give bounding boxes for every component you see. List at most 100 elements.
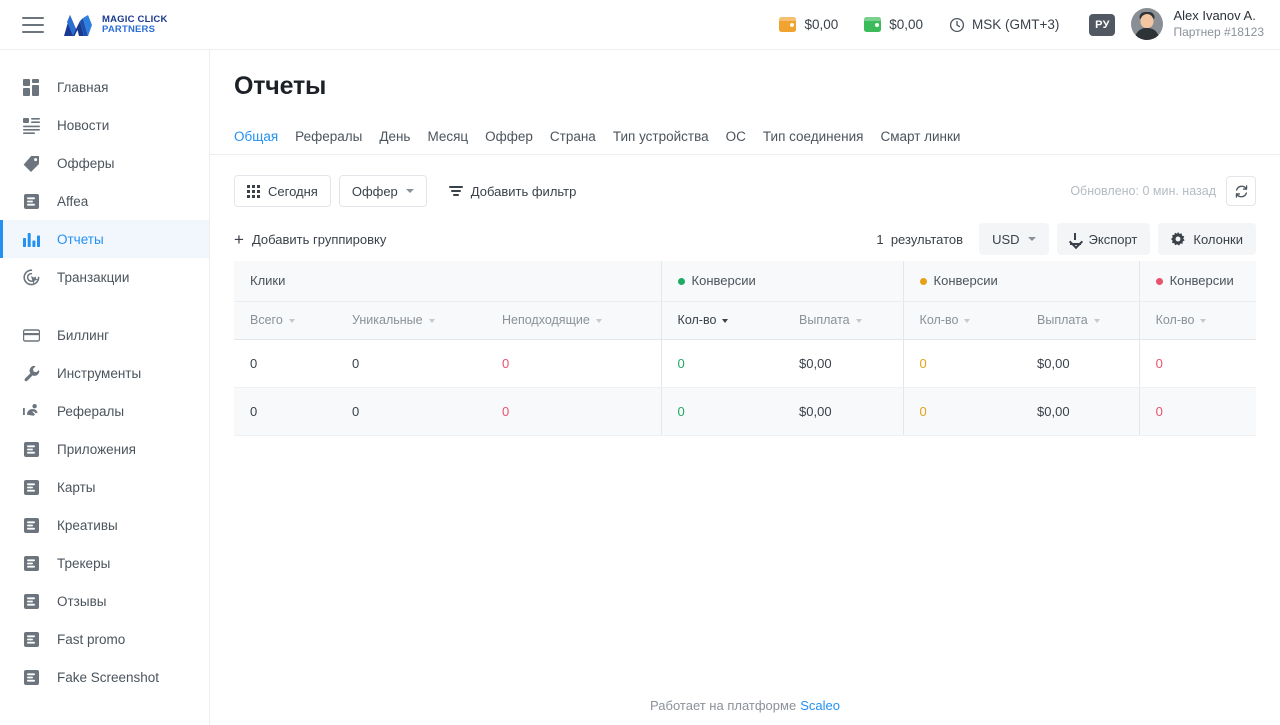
currency-label: USD [992,231,1020,247]
dashboard-icon [22,78,40,96]
balance-secondary-amount: $0,00 [889,17,924,32]
top-header: MAGIC CLICK PARTNERS $0,00 $0,00 MSK (GM… [0,0,1280,50]
tab-tip-ustroystva[interactable]: Тип устройства [613,129,726,144]
sidebar-item-karty[interactable]: Карты [0,468,209,506]
cell-unikalnye: 0 [336,339,486,388]
sidebar-item-offery[interactable]: Офферы [0,144,209,182]
cell-vyplata-green: $0,00 [783,339,904,388]
footer: Работает на платформе Scaleo [210,685,1280,725]
sidebar-divider [0,296,209,316]
cell-vsego: 0 [234,339,336,388]
column-header-unikalnye[interactable]: Уникальные [336,301,486,340]
sidebar: Главная Новости Офферы Affea Отчеты Тран… [0,50,210,725]
report-tabs: Общая Рефералы День Месяц Оффер Страна Т… [210,101,1280,155]
sidebar-item-instrumenty[interactable]: Инструменты [0,354,209,392]
sidebar-item-affea[interactable]: Affea [0,182,209,220]
sort-caret-icon [428,318,435,323]
sidebar-item-otzyvy[interactable]: Отзывы [0,582,209,620]
balance-secondary[interactable]: $0,00 [864,17,923,32]
sidebar-item-billing[interactable]: Биллинг [0,316,209,354]
sidebar-item-fast-promo[interactable]: Fast promo [0,620,209,658]
balance-main[interactable]: $0,00 [779,17,838,32]
grid-icon [247,184,260,198]
hamburger-icon[interactable] [22,16,44,33]
sidebar-item-label: Affea [57,193,89,209]
sidebar-item-prilozheniya[interactable]: Приложения [0,430,209,468]
app-root: MAGIC CLICK PARTNERS $0,00 $0,00 MSK (GM… [0,0,1280,725]
brand-logo[interactable]: MAGIC CLICK PARTNERS [62,12,168,38]
timezone-selector[interactable]: MSK (GMT+3) [949,17,1059,33]
sidebar-item-tranzakcii[interactable]: Транзакции [0,258,209,296]
sidebar-item-otchety[interactable]: Отчеты [0,220,209,258]
download-icon [1069,233,1081,245]
sort-caret-icon [722,318,729,323]
column-header-nepodhodyashie[interactable]: Неподходящие [486,301,662,340]
header-right-group: $0,00 $0,00 MSK (GMT+3) РУ Alex Ivanov A… [779,0,1280,50]
table-body: 0 0 0 0 $0,00 0 $0,00 0 0 0 0 0 $0,00 0 … [234,339,1257,436]
tab-offer[interactable]: Оффер [485,129,550,144]
add-grouping-button[interactable]: + Добавить группировку [234,223,398,255]
group-header-konversii-orange: Конверсии [902,261,1140,302]
sidebar-item-label: Транзакции [57,269,130,285]
user-menu[interactable]: Alex Ivanov A. Партнер #18123 [1131,8,1264,41]
grouping-toolbar: + Добавить группировку 1 результатов USD… [210,211,1280,259]
add-filter-button[interactable]: Добавить фильтр [441,175,589,207]
table-row[interactable]: 0 0 0 0 $0,00 0 $0,00 0 [234,339,1257,388]
currency-select[interactable]: USD [979,223,1049,255]
sidebar-item-label: Карты [57,479,96,495]
date-range-button[interactable]: Сегодня [234,175,331,207]
sidebar-item-label: Рефералы [57,403,125,419]
document-icon [22,516,40,534]
wallet-icon [779,17,797,32]
group-header-konversii-red: Конверсии [1138,261,1257,302]
column-label: Выплата [799,313,850,327]
sidebar-item-fake-screenshot[interactable]: Fake Screenshot [0,658,209,696]
offer-select[interactable]: Оффер [338,175,427,207]
sidebar-item-label: Новости [57,117,110,133]
tab-tip-soedineniya[interactable]: Тип соединения [763,129,881,144]
tab-smart-linki[interactable]: Смарт линки [880,129,977,144]
columns-button[interactable]: Колонки [1158,223,1256,255]
results-number: 1 [876,231,884,247]
column-header-kolvo-red[interactable]: Кол-во [1138,301,1257,340]
sidebar-item-novosti[interactable]: Новости [0,106,209,144]
status-dot-orange [919,278,927,286]
status-dot-green [677,278,685,286]
document-icon [22,630,40,648]
sort-caret-icon [1093,318,1100,323]
group-header-kliki: Клики [234,261,662,302]
refresh-button[interactable] [1226,176,1256,206]
cell-kolvo-orange: 0 [902,339,1022,388]
export-label: Экспорт [1088,231,1138,247]
timezone-label: MSK (GMT+3) [972,17,1060,32]
footer-link-scaleo[interactable]: Scaleo [800,698,840,713]
sidebar-item-referaly[interactable]: Рефералы [0,392,209,430]
sidebar-item-trekery[interactable]: Трекеры [0,544,209,582]
tab-den[interactable]: День [379,129,427,144]
cell-kolvo-orange: 0 [902,387,1022,436]
tab-strana[interactable]: Страна [550,129,613,144]
sidebar-item-glavnaya[interactable]: Главная [0,68,209,106]
tab-obshaya[interactable]: Общая [234,129,295,144]
tab-referaly[interactable]: Рефералы [295,129,379,144]
add-filter-label: Добавить фильтр [470,183,577,199]
export-button[interactable]: Экспорт [1056,223,1151,255]
tab-os[interactable]: ОС [726,129,763,144]
sidebar-item-kreativy[interactable]: Креативы [0,506,209,544]
results-count: 1 результатов [876,232,963,247]
cell-kolvo-green: 0 [660,339,784,388]
tab-mesyac[interactable]: Месяц [427,129,485,144]
column-header-vsego[interactable]: Всего [234,301,336,340]
filter-toolbar: Сегодня Оффер Добавить фильтр Обновлено:… [210,155,1280,211]
column-header-vyplata-green[interactable]: Выплата [783,301,904,340]
language-badge[interactable]: РУ [1089,13,1116,36]
cell-nepodhodyashie: 0 [486,387,662,436]
column-header-kolvo-orange[interactable]: Кол-во [902,301,1022,340]
column-label: Кол-во [919,313,959,327]
column-label: Выплата [1037,313,1088,327]
sort-caret-icon [855,318,862,323]
report-table: Клики Конверсии Конверсии Конверсии Всег… [234,261,1257,436]
column-header-vyplata-orange[interactable]: Выплата [1021,301,1140,340]
table-row[interactable]: 0 0 0 0 $0,00 0 $0,00 0 [234,387,1257,436]
column-header-kolvo-green[interactable]: Кол-во [660,301,784,340]
